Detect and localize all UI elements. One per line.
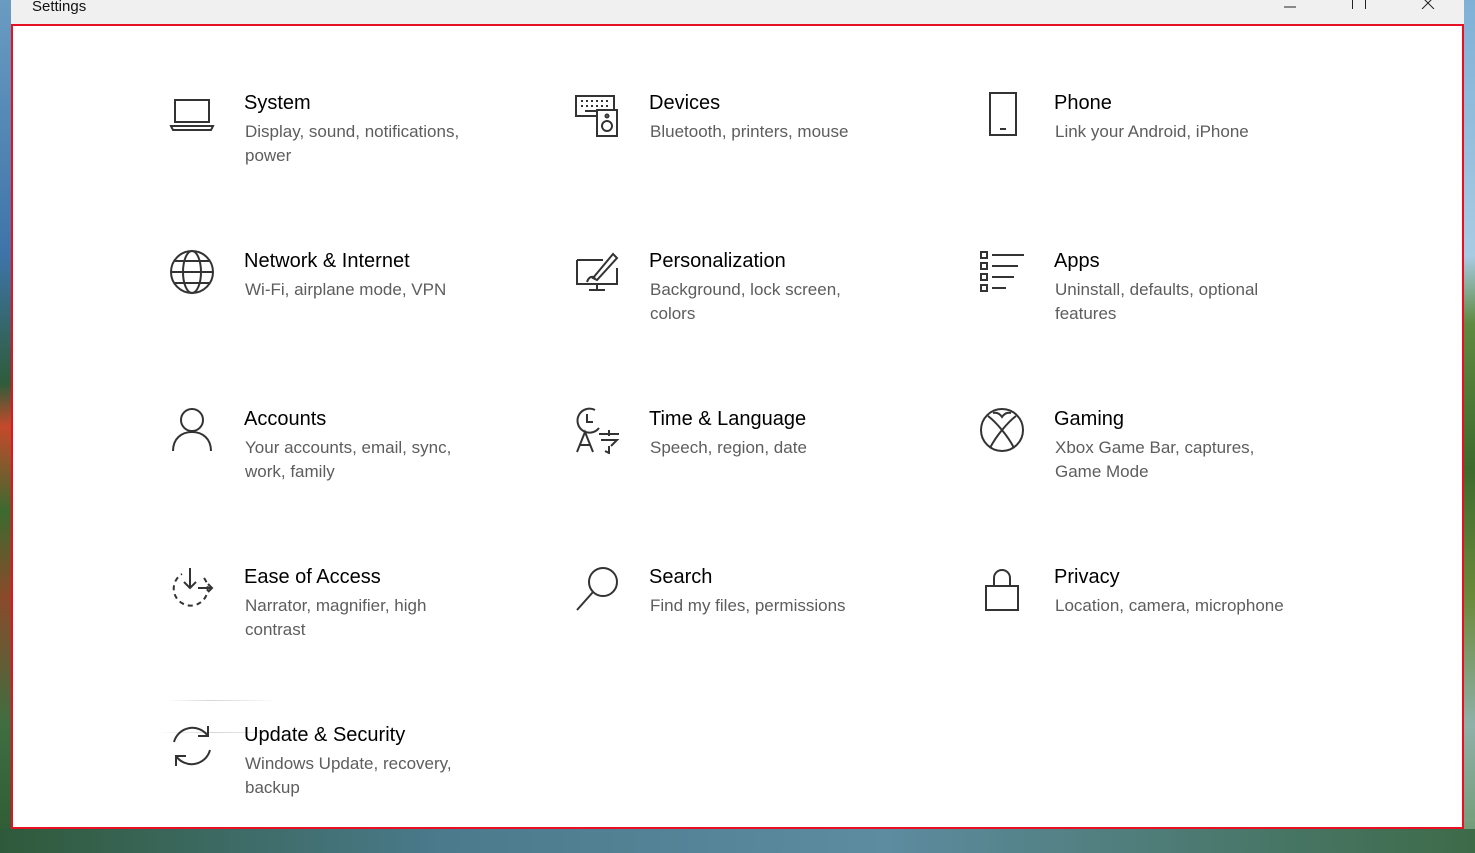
category-name: Time & Language [649, 408, 807, 430]
paintbrush-icon [573, 248, 621, 296]
category-description: Your accounts, email, sync, work, family [245, 438, 452, 481]
settings-window: Settings System Display, sound, notifica… [11, 0, 1464, 829]
xbox-icon [978, 406, 1026, 454]
category-description: Location, camera, microphone [1055, 596, 1284, 615]
category-time-language[interactable]: Time & Language Speech, region, date [573, 390, 953, 540]
category-description: Uninstall, defaults, optional features [1055, 280, 1259, 323]
category-accounts[interactable]: Accounts Your accounts, email, sync, wor… [168, 390, 548, 540]
maximize-button[interactable] [1336, 0, 1382, 14]
category-description: Find my files, permissions [650, 596, 846, 615]
section-divider [168, 700, 278, 701]
category-name: Gaming [1054, 408, 1125, 430]
category-personalization[interactable]: Personalization Background, lock screen,… [573, 232, 953, 382]
category-description: Narrator, magnifier, high contrast [245, 596, 427, 639]
category-name: Devices [649, 92, 721, 114]
category-update-security[interactable]: Update & Security Windows Update, recove… [168, 706, 548, 853]
category-devices[interactable]: Devices Bluetooth, printers, mouse [573, 74, 953, 224]
category-name: Update & Security [244, 724, 406, 746]
category-system[interactable]: System Display, sound, notifications, po… [168, 74, 548, 224]
category-name: System [244, 92, 311, 114]
category-name: Network & Internet [244, 250, 410, 272]
category-name: Privacy [1054, 566, 1120, 588]
phone-icon [978, 90, 1026, 138]
category-description: Display, sound, notifications, power [245, 122, 460, 165]
settings-content: System Display, sound, notifications, po… [11, 24, 1464, 829]
minimize-button[interactable] [1267, 0, 1313, 14]
time-language-icon [573, 406, 621, 454]
category-description: Windows Update, recovery, backup [245, 754, 452, 797]
category-name: Personalization [649, 250, 786, 272]
category-description: Bluetooth, printers, mouse [650, 122, 849, 141]
devices-icon [573, 90, 621, 138]
category-name: Ease of Access [244, 566, 381, 588]
category-apps[interactable]: Apps Uninstall, defaults, optional featu… [978, 232, 1358, 382]
category-description: Background, lock screen, colors [650, 280, 841, 323]
person-icon [168, 406, 216, 454]
maximize-icon [1352, 0, 1366, 9]
lock-icon [978, 564, 1026, 612]
category-privacy[interactable]: Privacy Location, camera, microphone [978, 548, 1358, 698]
laptop-icon [168, 90, 216, 138]
globe-icon [168, 248, 216, 296]
search-icon [573, 564, 621, 612]
desktop-wallpaper-right [1463, 0, 1475, 853]
category-name: Apps [1054, 250, 1100, 272]
sync-icon [168, 722, 216, 770]
category-name: Accounts [244, 408, 327, 430]
minimize-icon [1284, 6, 1296, 8]
category-gaming[interactable]: Gaming Xbox Game Bar, captures, Game Mod… [978, 390, 1358, 540]
category-name: Search [649, 566, 713, 588]
apps-list-icon [978, 248, 1026, 296]
window-title: Settings [32, 0, 87, 15]
category-network-internet[interactable]: Network & Internet Wi-Fi, airplane mode,… [168, 232, 548, 382]
close-button[interactable] [1405, 0, 1451, 14]
category-description: Wi-Fi, airplane mode, VPN [245, 280, 447, 299]
ease-of-access-icon [168, 564, 216, 612]
category-phone[interactable]: Phone Link your Android, iPhone [978, 74, 1358, 224]
category-search[interactable]: Search Find my files, permissions [573, 548, 953, 698]
category-description: Speech, region, date [650, 438, 807, 457]
category-description: Link your Android, iPhone [1055, 122, 1249, 141]
category-ease-of-access[interactable]: Ease of Access Narrator, magnifier, high… [168, 548, 548, 698]
title-bar[interactable]: Settings [11, 0, 1464, 25]
close-icon [1421, 0, 1435, 9]
category-name: Phone [1054, 92, 1112, 114]
category-description: Xbox Game Bar, captures, Game Mode [1055, 438, 1255, 481]
